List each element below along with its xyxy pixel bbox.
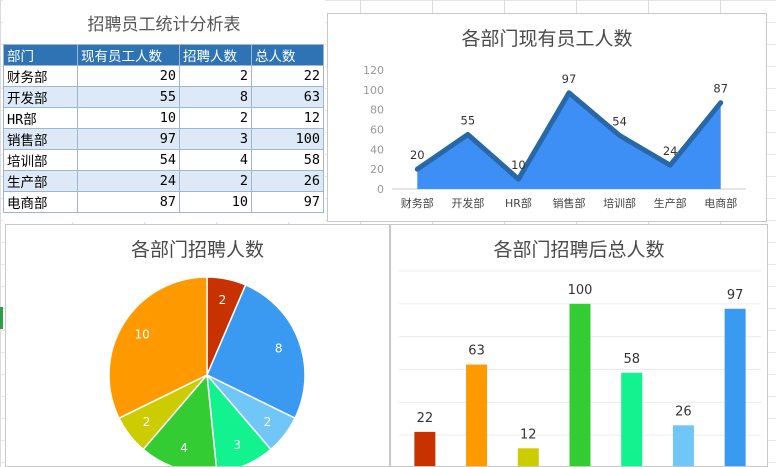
- cell-current[interactable]: 87: [77, 191, 180, 213]
- bar: [466, 364, 488, 466]
- data-label: 54: [612, 114, 627, 128]
- header-cell[interactable]: 总人数: [251, 44, 324, 66]
- y-tick-label: 40: [370, 143, 384, 156]
- cell-current[interactable]: 24: [77, 170, 180, 192]
- cell-hired[interactable]: 10: [179, 191, 252, 213]
- y-tick-label: 60: [370, 124, 384, 137]
- x-tick-label: HR部: [505, 196, 532, 210]
- cell-total[interactable]: 22: [251, 65, 324, 87]
- bar: [621, 372, 643, 466]
- cell-dept[interactable]: HR部: [3, 107, 78, 129]
- cell-hired[interactable]: 8: [179, 86, 252, 108]
- data-label: 24: [663, 144, 678, 158]
- x-tick-label: 培训部: [603, 196, 636, 210]
- bar: [569, 303, 591, 466]
- cell-dept[interactable]: 培训部: [3, 149, 78, 171]
- cell-current[interactable]: 20: [77, 65, 180, 87]
- data-label: 97: [562, 72, 577, 86]
- slice-label: 2: [264, 415, 272, 429]
- data-label: 20: [410, 148, 425, 162]
- cell-total[interactable]: 100: [251, 128, 324, 150]
- y-tick-label: 100: [363, 84, 384, 97]
- table-row: HR部 10 2 12: [3, 107, 324, 129]
- bar-value-label: 58: [623, 352, 640, 367]
- cell-total[interactable]: 58: [251, 149, 324, 171]
- bar-value-label: 63: [468, 344, 485, 359]
- y-tick-label: 20: [370, 163, 384, 176]
- cell-hired[interactable]: 3: [179, 128, 252, 150]
- header-cell[interactable]: 招聘人数: [179, 44, 252, 66]
- x-tick-label: 销售部: [553, 196, 586, 210]
- table-row: 培训部 54 4 58: [3, 149, 324, 171]
- header-cell[interactable]: 现有员工人数: [77, 44, 180, 66]
- bar: [672, 425, 694, 466]
- cell-current[interactable]: 54: [77, 149, 180, 171]
- cell-dept[interactable]: 生产部: [3, 170, 78, 192]
- bar-value-label: 97: [727, 288, 744, 303]
- bar-chart-panel[interactable]: 各部门招聘后总人数 22 63 12 100 58 26 97: [390, 224, 768, 467]
- slice-label: 3: [233, 438, 241, 452]
- y-tick-label: 80: [370, 104, 384, 117]
- cell-current[interactable]: 55: [77, 86, 180, 108]
- bar: [724, 308, 746, 466]
- cell-hired[interactable]: 2: [179, 170, 252, 192]
- header-cell[interactable]: 部门: [3, 44, 78, 66]
- slice-label: 4: [180, 441, 188, 455]
- cell-dept[interactable]: 电商部: [3, 191, 78, 213]
- table-row: 生产部 24 2 26: [3, 170, 324, 192]
- slice-label: 2: [219, 293, 227, 307]
- cell-total[interactable]: 12: [251, 107, 324, 129]
- cell-hired[interactable]: 2: [179, 107, 252, 129]
- cell-total[interactable]: 26: [251, 170, 324, 192]
- x-tick-label: 财务部: [401, 196, 434, 210]
- data-label: 10: [511, 158, 526, 172]
- bar-value-label: 22: [417, 411, 434, 426]
- x-tick-label: 开发部: [451, 196, 484, 210]
- x-tick-label: 生产部: [654, 196, 687, 210]
- table-row: 电商部 87 10 97: [3, 191, 324, 213]
- cell-total[interactable]: 63: [251, 86, 324, 108]
- cell-dept[interactable]: 开发部: [3, 86, 78, 108]
- table-title: 招聘员工统计分析表: [87, 15, 241, 35]
- bar-value-label: 26: [675, 404, 692, 419]
- data-label: 87: [713, 82, 728, 96]
- cell-total[interactable]: 97: [251, 191, 324, 213]
- stats-table: 部门 现有员工人数 招聘人数 总人数 财务部 20 2 22 开发部 55 8 …: [3, 44, 324, 213]
- bar: [414, 431, 436, 466]
- slice-label: 10: [134, 328, 149, 342]
- area-chart: 0 20 40 60 80 100 120 20 55 10 97 54 24 87 财务部 开发部 HR部 销售…: [363, 64, 746, 210]
- bar-value-label: 12: [520, 427, 537, 442]
- table-row: 财务部 20 2 22: [3, 65, 324, 87]
- slice-label: 8: [275, 341, 283, 355]
- cell-current[interactable]: 97: [77, 128, 180, 150]
- cell-dept[interactable]: 销售部: [3, 128, 78, 150]
- stats-table-area: 招聘员工统计分析表 部门 现有员工人数 招聘人数 总人数 财务部 20 2 22…: [3, 0, 325, 222]
- x-tick-label: 电商部: [704, 196, 737, 210]
- pie-chart: 2 8 2 3 4 2 10: [108, 276, 306, 466]
- data-label: 55: [461, 113, 476, 127]
- y-tick-label: 0: [377, 183, 384, 196]
- bar: [517, 448, 539, 466]
- cell-hired[interactable]: 4: [179, 149, 252, 171]
- bar-value-label: 100: [568, 283, 593, 298]
- bar-chart: 22 63 12 100 58 26 97: [399, 270, 761, 466]
- y-tick-label: 120: [363, 64, 384, 77]
- table-header-row: 部门 现有员工人数 招聘人数 总人数: [3, 44, 324, 66]
- pie-chart-panel[interactable]: 各部门招聘人数 2 8 2 3 4 2 10: [5, 224, 390, 467]
- table-row: 销售部 97 3 100: [3, 128, 324, 150]
- table-row: 开发部 55 8 63: [3, 86, 324, 108]
- sheet-edge-marker: [0, 307, 3, 329]
- cell-hired[interactable]: 2: [179, 65, 252, 87]
- cell-dept[interactable]: 财务部: [3, 65, 78, 87]
- slice-label: 2: [143, 415, 151, 429]
- area-chart-panel[interactable]: 各部门现有员工人数 0 20 40 60 80 100 120 20 55 10 97 54 24 87 财…: [327, 13, 767, 222]
- cell-current[interactable]: 10: [77, 107, 180, 129]
